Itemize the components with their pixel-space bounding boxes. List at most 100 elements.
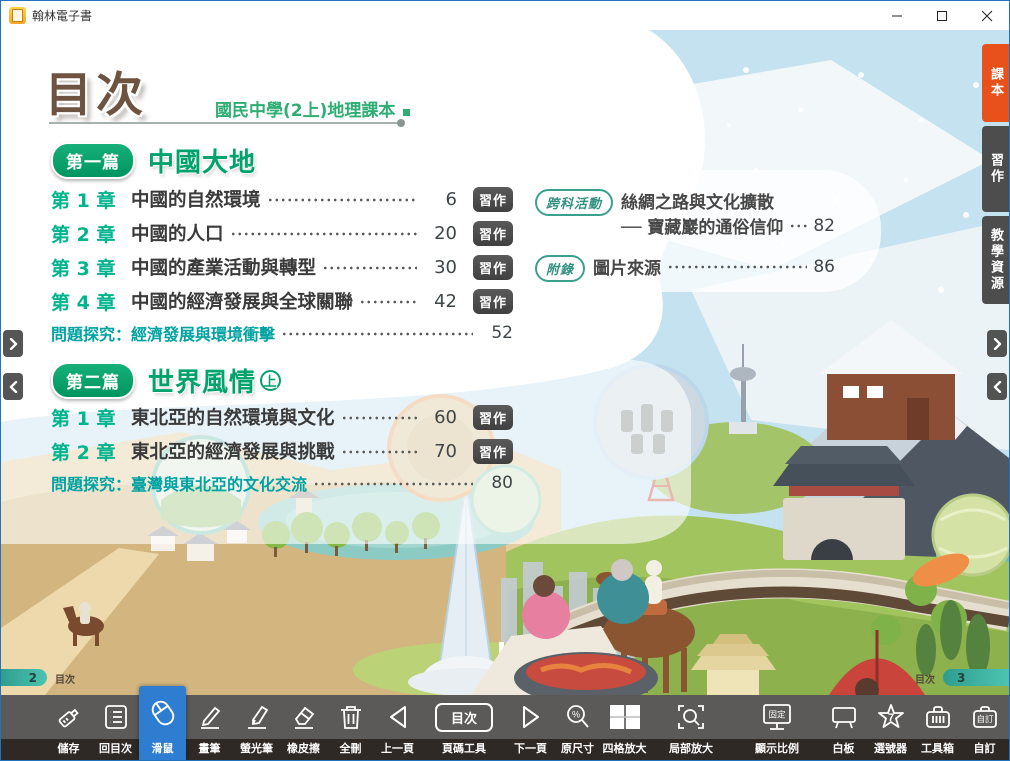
cross-subject-subtitle: ── 寶藏巖的通俗信仰: [621, 213, 783, 238]
minimize-icon: [891, 10, 903, 22]
back-to-toc-button[interactable]: 回目次: [92, 695, 139, 760]
four-grid-zoom-button[interactable]: 四格放大: [601, 695, 648, 760]
cross-subject-badge: 跨科活動: [535, 189, 613, 216]
section-1-badge: 第一篇: [51, 142, 135, 179]
toc-row[interactable]: 第 1 章 中國的自然環境 6 習作: [51, 182, 513, 216]
close-button[interactable]: [964, 1, 1009, 30]
toc-row[interactable]: 第 3 章 中國的產業活動與轉型 30 習作: [51, 250, 513, 284]
explore-page: 52: [479, 323, 513, 343]
toolbox-icon: [923, 703, 953, 731]
tab-teaching-resources[interactable]: 教學資源: [982, 216, 1009, 304]
explore-title: 經濟發展與環境衝擊: [131, 321, 275, 345]
section-2-title: 世界風情 上: [148, 362, 281, 399]
custom-button[interactable]: 自訂 自訂: [961, 695, 1008, 760]
tab-textbook[interactable]: 課本: [982, 44, 1009, 122]
mouse-tool-button[interactable]: 滑鼠: [139, 686, 186, 760]
left-panel-close-button[interactable]: [3, 373, 23, 400]
maximize-button[interactable]: [919, 1, 964, 30]
appendix-page: 86: [813, 257, 835, 277]
toc-row[interactable]: 第 1 章 東北亞的自然環境與文化 60 習作: [51, 400, 513, 434]
explore-label: 問題探究：: [51, 471, 131, 495]
custom-box-icon: 自訂: [970, 703, 1000, 731]
number-picker-button[interactable]: 7 選號器: [867, 695, 914, 760]
app-window: 翰林電子書: [0, 0, 1010, 761]
close-icon: [981, 10, 993, 22]
right-panel-close-button[interactable]: [987, 373, 1007, 400]
window-controls: [874, 1, 1009, 30]
explore-row[interactable]: 問題探究： 臺灣與東北亞的文化交流 80: [51, 468, 513, 498]
chapter-title: 東北亞的自然環境與文化: [131, 404, 335, 430]
workbook-badge[interactable]: 習作: [473, 439, 513, 464]
explore-label: 問題探究：: [51, 321, 131, 345]
section-1-title: 中國大地: [148, 142, 256, 179]
previous-page-button[interactable]: 上一頁: [374, 695, 421, 760]
original-size-button[interactable]: % 原尺寸: [554, 695, 601, 760]
toc-row[interactable]: 第 2 章 東北亞的經濟發展與挑戰 70 習作: [51, 434, 513, 468]
chapter-page: 60: [423, 407, 457, 428]
usb-save-icon: [54, 702, 84, 732]
zoom-percent-icon: %: [564, 703, 592, 731]
cross-subject-page: 82: [813, 216, 835, 236]
page-number-tool-button[interactable]: 目次 頁碼工具: [421, 695, 507, 760]
workbook-badge[interactable]: 習作: [473, 405, 513, 430]
cross-subject-entry[interactable]: 跨科活動 絲綢之路與文化擴散 ── 寶藏巖的通俗信仰 82: [535, 188, 835, 238]
appendix-title: 圖片來源: [593, 254, 661, 279]
chapter-label: 第 4 章: [51, 288, 131, 315]
highlighter-icon: [243, 703, 271, 731]
toc-row[interactable]: 第 2 章 中國的人口 20 習作: [51, 216, 513, 250]
left-page-label: 目次: [55, 671, 75, 686]
display-ratio-button[interactable]: 固定 顯示比例: [734, 695, 820, 760]
save-button[interactable]: 儲存: [45, 695, 92, 760]
eraser-tool-button[interactable]: 橡皮擦: [280, 695, 327, 760]
workbook-badge[interactable]: 習作: [473, 255, 513, 280]
partial-zoom-button[interactable]: 局部放大: [648, 695, 734, 760]
bottom-toolbar: 儲存 回目次 滑鼠 畫筆 螢光筆 橡皮擦: [1, 695, 1009, 760]
appendix-entry[interactable]: 附錄 圖片來源 86: [535, 254, 835, 282]
toolbox-button[interactable]: 工具箱: [914, 695, 961, 760]
chapter-page: 20: [423, 223, 457, 244]
dot-leader: [667, 265, 807, 269]
chevron-right-icon: [9, 338, 18, 350]
dot-leader: [359, 300, 417, 304]
whiteboard-icon: [829, 703, 859, 731]
minimize-button[interactable]: [874, 1, 919, 30]
toc-row[interactable]: 第 4 章 中國的經濟發展與全球關聯 42 習作: [51, 284, 513, 318]
korean-gate: [773, 446, 915, 560]
circled-shang-mark: 上: [260, 370, 281, 391]
chapter-title: 中國的產業活動與轉型: [131, 254, 316, 280]
page-number-box: 目次: [435, 703, 493, 732]
chapter-page: 42: [423, 291, 457, 312]
star-number-icon: 7: [876, 702, 906, 732]
svg-text:自訂: 自訂: [976, 714, 994, 724]
left-panel-open-button[interactable]: [3, 330, 23, 357]
explore-row[interactable]: 問題探究： 經濟發展與環境衝擊 52: [51, 318, 513, 348]
section-1-header: 第一篇 中國大地: [51, 142, 256, 179]
right-panel-open-button[interactable]: [987, 330, 1007, 357]
svg-text:7: 7: [887, 712, 893, 724]
pen-tool-button[interactable]: 畫筆: [186, 695, 233, 760]
dot-leader: [230, 232, 417, 236]
titlebar: 翰林電子書: [1, 1, 1009, 30]
trash-icon: [338, 703, 364, 731]
cross-subject-title: 絲綢之路與文化擴散: [621, 193, 774, 213]
chapter-label: 第 3 章: [51, 254, 131, 281]
chapter-title: 東北亞的經濟發展與挑戰: [131, 438, 335, 464]
next-page-button[interactable]: 下一頁: [507, 695, 554, 760]
right-page-label: 目次: [915, 671, 935, 686]
workbook-badge[interactable]: 習作: [473, 289, 513, 314]
section-2-badge: 第二篇: [51, 362, 135, 399]
chapter-title: 中國的人口: [131, 220, 224, 246]
workbook-badge[interactable]: 習作: [473, 187, 513, 212]
dot-leader: [313, 482, 473, 486]
mouse-icon: [148, 698, 178, 728]
delete-all-button[interactable]: 全刪: [327, 695, 374, 760]
tab-workbook[interactable]: 習作: [982, 126, 1009, 212]
workbook-badge[interactable]: 習作: [473, 221, 513, 246]
chapter-label: 第 2 章: [51, 220, 131, 247]
four-grid-icon: [608, 703, 642, 731]
section-2-rows: 第 1 章 東北亞的自然環境與文化 60 習作 第 2 章 東北亞的經濟發展與挑…: [51, 400, 513, 498]
highlighter-tool-button[interactable]: 螢光筆: [233, 695, 280, 760]
section-1-rows: 第 1 章 中國的自然環境 6 習作 第 2 章 中國的人口 20 習作 第 3…: [51, 182, 513, 348]
chapter-page: 6: [423, 189, 457, 210]
whiteboard-button[interactable]: 白板: [820, 695, 867, 760]
